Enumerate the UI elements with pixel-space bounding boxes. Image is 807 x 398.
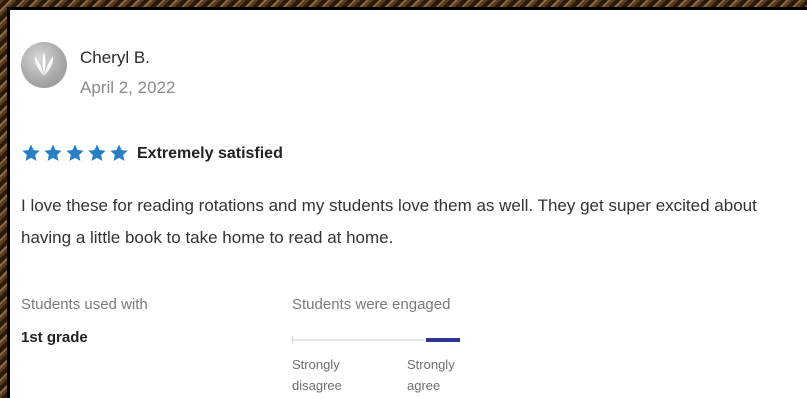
review-date: April 2, 2022 [80,78,176,97]
review-body: I love these for reading rotations and m… [21,196,757,247]
star-icon [21,143,41,163]
reviewer-name: Cheryl B. [80,48,150,67]
star-rating [21,143,129,163]
engagement-label: Students were engaged [292,296,451,313]
avatar[interactable] [21,42,67,88]
star-icon [43,143,63,163]
rating-label: Extremely satisfied [137,145,283,162]
avatar-logo-icon [34,52,54,76]
review-card: Cheryl B. April 2, 2022 Extremely satisf… [10,10,807,398]
scale-max-label-line2: agree [407,378,441,393]
scale-min-label-line2: disagree [292,378,342,393]
rating-row: Extremely satisfied [21,142,283,164]
scale-max-label-line1: Strongly [407,357,455,372]
scale-min-label-line1: Strongly [292,357,340,372]
star-icon [109,143,129,163]
scale-min-label: Strongly disagree [292,354,362,396]
star-icon [87,143,107,163]
star-icon [65,143,85,163]
grade-value: 1st grade [21,329,88,346]
engagement-scale-marker [426,338,460,342]
students-used-with-label: Students used with [21,296,148,313]
engagement-scale-start-tick [292,336,293,343]
scale-max-label: Strongly agree [407,354,477,396]
